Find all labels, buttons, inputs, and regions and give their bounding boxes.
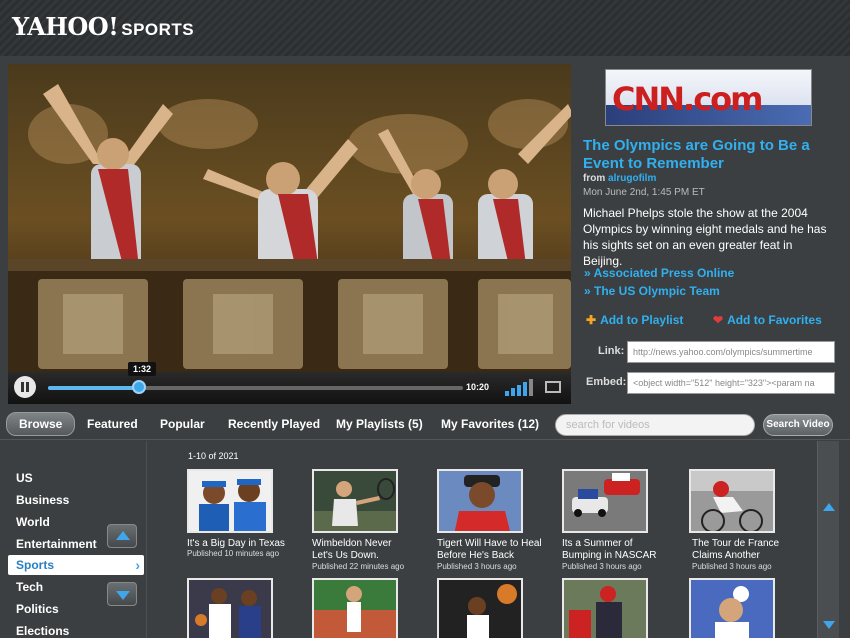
current-time: 1:32 <box>128 362 156 376</box>
tab-my-playlists[interactable]: My Playlists (5) <box>336 417 423 431</box>
link-label: Link: <box>598 345 625 357</box>
pause-button[interactable] <box>14 376 36 398</box>
fullscreen-icon[interactable] <box>545 381 561 393</box>
category-sports[interactable]: Sports › <box>8 555 144 575</box>
add-to-playlist-button[interactable]: ✚ Add to Playlist <box>586 313 683 327</box>
category-world[interactable]: World <box>16 515 50 529</box>
tab-featured[interactable]: Featured <box>87 417 138 431</box>
video-thumbnail[interactable] <box>689 578 775 638</box>
arrow-up-icon <box>116 531 130 540</box>
basketball-shot-image <box>439 580 521 638</box>
tab-recently-played[interactable]: Recently Played <box>228 417 320 431</box>
baseball-image <box>564 580 646 638</box>
category-sports-label: Sports <box>16 558 55 572</box>
chevron-right-icon: › <box>135 557 140 573</box>
video-published: Published 22 minutes ago <box>312 562 405 571</box>
embed-field[interactable]: <object width="512" height="323"><param … <box>627 372 835 394</box>
yahoo-sports-logo[interactable]: YAHOO! SPORTS <box>12 12 194 41</box>
search-video-button[interactable]: Search Video <box>763 414 833 436</box>
source-logo: CNN.com <box>605 69 812 126</box>
video-thumbnail[interactable] <box>562 578 648 638</box>
link-field[interactable]: http://news.yahoo.com/olympics/summertim… <box>627 341 835 363</box>
header-bar: YAHOO! SPORTS <box>0 0 850 56</box>
category-scroll-up-button[interactable] <box>107 524 137 548</box>
video-thumbnail[interactable] <box>187 578 273 638</box>
story-author: from alrugofilm <box>583 173 656 184</box>
volume-icon[interactable] <box>505 378 535 396</box>
category-elections[interactable]: Elections <box>16 624 69 638</box>
story-date: Mon June 2nd, 1:45 PM ET <box>583 187 705 198</box>
video-thumbnail[interactable] <box>689 469 775 533</box>
results-count: 1-10 of 2021 <box>188 451 239 461</box>
basketball-game-image <box>189 580 271 638</box>
story-title[interactable]: The Olympics are Going to Be a Event to … <box>583 137 838 173</box>
category-entertainment[interactable]: Entertainment <box>16 537 97 551</box>
yahoo-sports-video-app: YAHOO! SPORTS 1:32 10:20 CNN.com The Oly… <box>0 0 850 638</box>
nascar-image <box>564 471 646 531</box>
search-input[interactable]: search for videos <box>555 414 755 436</box>
results-scrollbar[interactable] <box>817 441 839 638</box>
tab-my-favorites[interactable]: My Favorites (12) <box>441 417 539 431</box>
video-thumbnail[interactable] <box>187 469 273 533</box>
cyclist-image <box>691 471 773 531</box>
seek-track[interactable] <box>48 386 463 390</box>
source-logo-text: CNN.com <box>612 80 763 118</box>
related-link-ap[interactable]: » Associated Press Online <box>584 266 734 280</box>
logo-section: SPORTS <box>121 20 195 39</box>
video-thumbnail[interactable] <box>312 469 398 533</box>
video-published: Published 3 hours ago <box>562 562 642 571</box>
plus-icon: ✚ <box>586 313 597 327</box>
video-published: Published 3 hours ago <box>692 562 772 571</box>
add-playlist-label: Add to Playlist <box>600 313 684 327</box>
duration: 10:20 <box>466 382 490 392</box>
runner-image <box>314 580 396 638</box>
logo-text: YAHOO! <box>12 12 119 41</box>
embed-label: Embed: <box>586 376 627 388</box>
author-link[interactable]: alrugofilm <box>608 173 656 184</box>
category-tech[interactable]: Tech <box>16 580 43 594</box>
video-thumbnail[interactable] <box>437 578 523 638</box>
category-scroll-down-button[interactable] <box>107 582 137 606</box>
tab-browse[interactable]: Browse <box>6 412 76 436</box>
arrow-down-icon <box>116 591 130 600</box>
source-logo-name: CNN.com <box>612 80 763 118</box>
arrow-up-icon[interactable] <box>823 503 835 511</box>
video-player[interactable] <box>8 64 571 404</box>
video-thumbnail[interactable] <box>437 469 523 533</box>
video-title[interactable]: The Tour de France Claims Another <box>692 538 790 562</box>
tab-popular[interactable]: Popular <box>160 417 205 431</box>
category-politics[interactable]: Politics <box>16 602 59 616</box>
add-favorites-label: Add to Favorites <box>727 313 822 327</box>
athlete-portrait-image <box>691 580 773 638</box>
video-title[interactable]: Tigert Will Have to Heal Before He's Bac… <box>437 538 545 562</box>
related-link-us-olympic[interactable]: » The US Olympic Team <box>584 284 720 298</box>
category-us[interactable]: US <box>16 471 33 485</box>
category-business[interactable]: Business <box>16 493 69 507</box>
video-published: Published 3 hours ago <box>437 562 517 571</box>
video-thumbnail[interactable] <box>562 469 648 533</box>
tennis-player-image <box>314 471 396 531</box>
video-title[interactable]: Its a Summer of Bumping in NASCAR <box>562 538 662 562</box>
add-to-favorites-button[interactable]: ❤ Add to Favorites <box>713 313 822 327</box>
video-title[interactable]: Wimbeldon Never Let's Us Down. <box>312 538 402 562</box>
video-frame-image <box>8 64 571 374</box>
heart-icon: ❤ <box>713 313 724 327</box>
from-label: from <box>583 173 606 184</box>
seek-progress <box>48 386 140 390</box>
golfer-image <box>439 471 521 531</box>
video-published: Published 10 minutes ago <box>187 549 280 558</box>
video-thumbnail[interactable] <box>312 578 398 638</box>
arrow-down-icon[interactable] <box>823 621 835 629</box>
basketball-players-image <box>189 471 271 531</box>
story-description: Michael Phelps stole the show at the 200… <box>583 206 827 268</box>
